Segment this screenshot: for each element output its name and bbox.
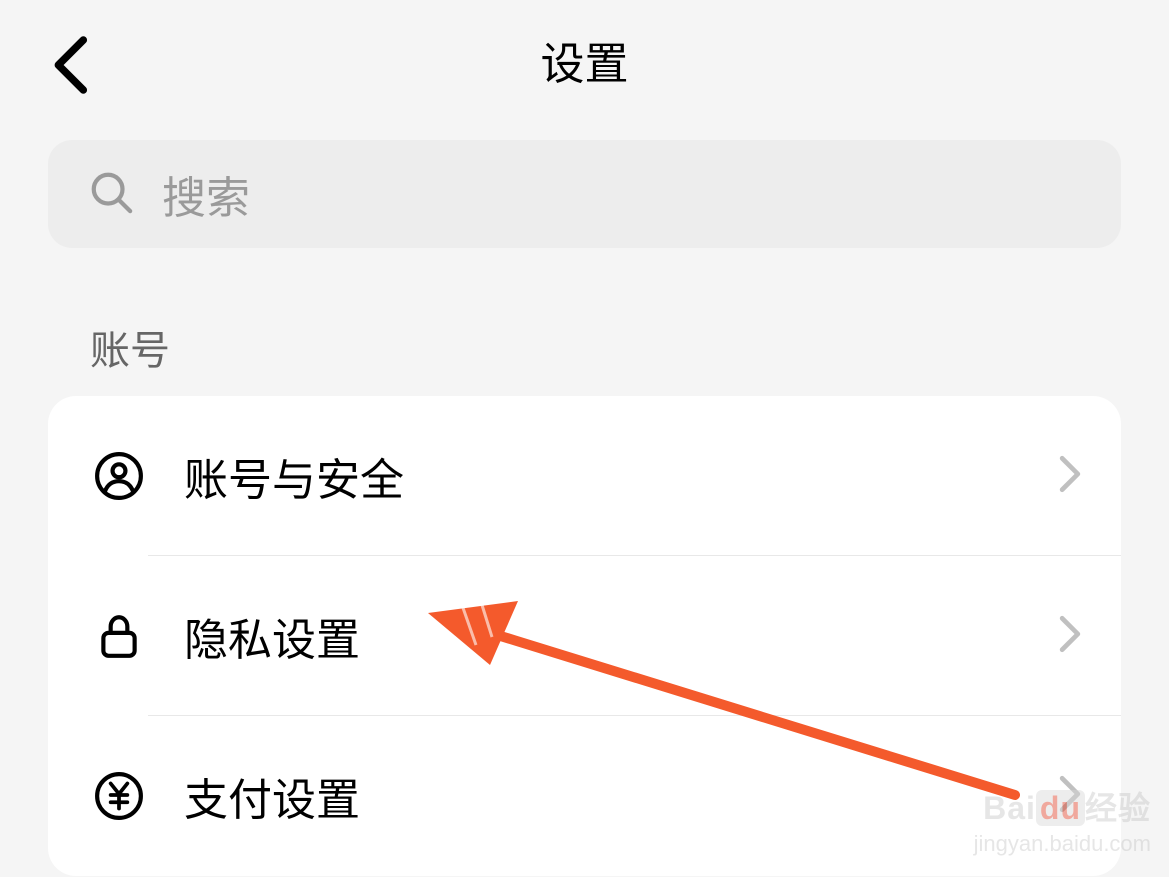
list-item-label: 账号与安全 [184,444,1059,508]
list-item-account-security[interactable]: 账号与安全 [48,396,1121,556]
lock-icon [88,611,150,661]
page-title: 设置 [541,28,629,92]
yen-circle-icon [88,771,150,821]
search-icon [88,169,134,220]
list-item-label: 隐私设置 [184,604,1059,668]
chevron-right-icon [1059,775,1081,818]
section-header-account: 账号 [90,318,1121,376]
list-item-privacy[interactable]: 隐私设置 [48,556,1121,716]
list-item-label: 支付设置 [184,764,1059,828]
list-item-payment[interactable]: 支付设置 [48,716,1121,876]
back-button[interactable] [50,35,90,100]
chevron-right-icon [1059,615,1081,658]
settings-list: 账号与安全 隐私设置 支付设置 [48,396,1121,876]
person-circle-icon [88,451,150,501]
chevron-right-icon [1059,455,1081,498]
search-bar[interactable]: 搜索 [48,140,1121,248]
chevron-left-icon [50,35,90,95]
search-placeholder: 搜索 [162,162,250,226]
